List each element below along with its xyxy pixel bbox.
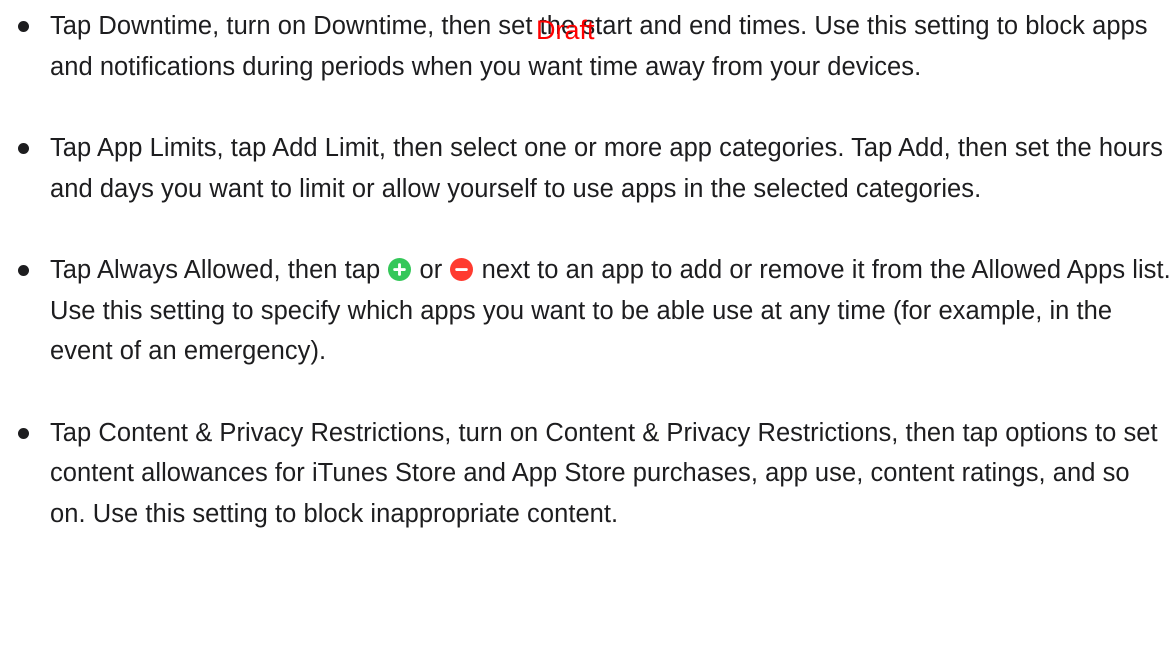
list-item-text: Tap App Limits, tap Add Limit, then sele… (50, 134, 1163, 203)
list-item-always-allowed: Tap Always Allowed, then tap or next to … (0, 250, 1175, 372)
list-item-text-before: Tap Always Allowed, then tap (50, 256, 388, 284)
list-item-text-middle: or (412, 256, 450, 284)
bullet-icon (18, 21, 29, 32)
draft-watermark: Draft (536, 15, 595, 45)
instruction-list: Tap Downtime, turn on Downtime, then set… (0, 6, 1175, 534)
list-item-content-privacy: Tap Content & Privacy Restrictions, turn… (0, 413, 1175, 535)
list-item-text: Tap Downtime, turn on Downtime, then set… (50, 12, 1148, 81)
list-item-app-limits: Tap App Limits, tap Add Limit, then sele… (0, 128, 1175, 209)
minus-circle-red-icon (450, 258, 474, 281)
bullet-icon (18, 427, 29, 439)
bullet-icon (18, 143, 29, 154)
bullet-icon (18, 265, 29, 276)
document-page: Tap Downtime, turn on Downtime, then set… (0, 0, 1175, 666)
plus-circle-green-icon (388, 258, 412, 281)
list-item-text: Tap Content & Privacy Restrictions, turn… (50, 418, 1158, 528)
